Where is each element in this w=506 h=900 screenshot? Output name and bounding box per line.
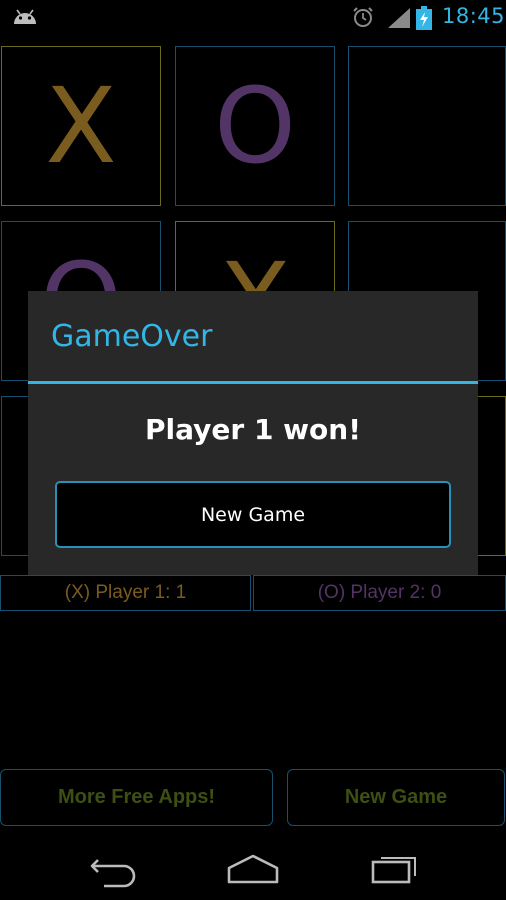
dialog-divider <box>28 381 478 384</box>
battery-charging-icon <box>416 6 432 30</box>
more-free-apps-button[interactable]: More Free Apps! <box>0 769 273 826</box>
recent-apps-icon[interactable] <box>367 848 423 888</box>
android-icon <box>14 9 36 24</box>
dialog-new-game-button[interactable]: New Game <box>55 481 451 548</box>
cell-mark: O <box>214 65 296 187</box>
cell-mark: X <box>45 65 117 187</box>
home-icon[interactable] <box>225 848 281 888</box>
signal-icon <box>388 8 410 28</box>
cell-mark <box>349 47 505 205</box>
new-game-button[interactable]: New Game <box>287 769 505 826</box>
dialog-title: GameOver <box>51 319 213 354</box>
game-over-dialog: GameOver Player 1 won! New Game <box>28 291 478 575</box>
dialog-message: Player 1 won! <box>145 413 361 446</box>
clock-time: 18:45 <box>442 4 506 28</box>
alarm-icon <box>353 7 373 27</box>
player2-score: (O) Player 2: 0 <box>253 575 506 611</box>
player1-score: (X) Player 1: 1 <box>0 575 251 611</box>
navigation-bar <box>0 836 506 900</box>
board-cell-1[interactable]: X <box>1 46 161 206</box>
board-cell-2[interactable]: O <box>175 46 335 206</box>
board-cell-3[interactable] <box>348 46 506 206</box>
status-bar: 18:45 <box>0 0 506 36</box>
back-icon[interactable] <box>84 848 140 888</box>
